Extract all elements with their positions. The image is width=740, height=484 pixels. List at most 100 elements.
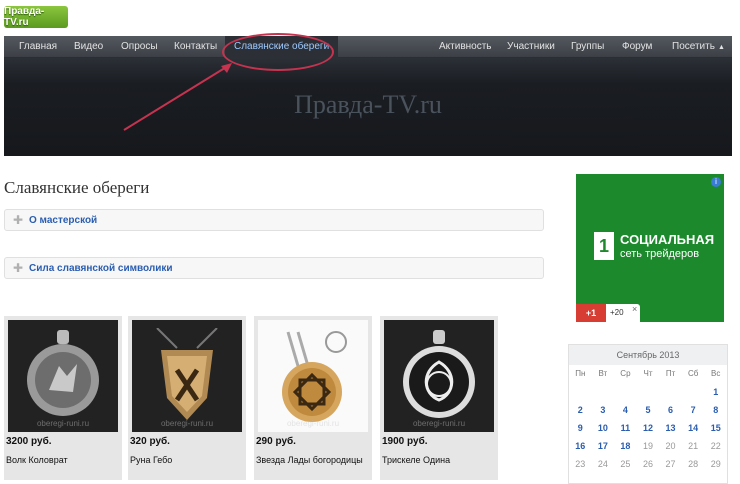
calendar-weekday: Вс <box>711 369 721 378</box>
product-name[interactable]: Трискеле Одина <box>382 455 494 466</box>
wolf-amulet-icon <box>27 330 99 416</box>
header-title: Правда-TV.ru <box>294 90 442 119</box>
watermark: oberegi-runi.ru <box>286 419 340 428</box>
calendar-day-link[interactable]: 9 <box>569 419 592 437</box>
watermark: oberegi-runi.ru <box>160 419 214 428</box>
calendar-day-link[interactable]: 11 <box>614 419 637 437</box>
plus-icon: ✚ <box>13 213 24 227</box>
nav-item-forum[interactable]: Форум <box>622 36 652 58</box>
product-image-wolf[interactable]: oberegi-runi.ru <box>8 320 118 432</box>
nav-item-home[interactable]: Главная <box>19 36 57 58</box>
calendar-day: 19 <box>642 441 653 451</box>
nav-item-groups[interactable]: Группы <box>571 36 604 58</box>
accordion-about-label: О мастерской <box>29 215 98 226</box>
chevron-down-icon: ▲ <box>717 44 725 51</box>
calendar-day-link[interactable]: 7 <box>682 401 705 419</box>
ad-banner[interactable]: i 1 СОЦИАЛЬНАЯ сеть трейдеров +1 +20 × <box>576 174 724 322</box>
product-card[interactable]: oberegi-runi.ru 3200 руб. Волк Коловрат <box>4 316 122 480</box>
accordion-about[interactable]: ✚ О мастерской <box>4 209 544 231</box>
calendar-grid: Пн Вт Ср Чт Пт Сб Вс 1 2 3 4 5 6 7 8 9 10 11 12 13 14 15 16 17 1… <box>569 365 727 473</box>
calendar-day: 27 <box>665 459 676 469</box>
calendar-day: 21 <box>688 441 699 451</box>
calendar-day-link[interactable]: 2 <box>569 401 592 419</box>
accordion-symbolism-label: Сила славянской символики <box>29 263 173 274</box>
calendar-day: 24 <box>597 459 608 469</box>
product-name[interactable]: Звезда Лады богородицы <box>256 455 368 466</box>
calendar-day: 22 <box>710 441 721 451</box>
calendar-day-link[interactable]: 1 <box>704 383 727 401</box>
ad-subline: сеть трейдеров <box>620 248 700 260</box>
nav-item-activity[interactable]: Активность <box>439 36 492 58</box>
calendar-weekday: Пн <box>575 369 586 378</box>
calendar-day: 23 <box>575 459 586 469</box>
product-name[interactable]: Руна Гебо <box>130 455 242 466</box>
info-icon[interactable]: i <box>711 177 721 187</box>
site-logo[interactable]: Правда-TV.ru <box>4 6 68 28</box>
product-image-star[interactable]: oberegi-runi.ru <box>258 320 368 432</box>
product-price: 320 руб. <box>130 436 170 447</box>
star-amulet-icon <box>282 331 347 422</box>
site-logo-text: Правда-TV.ru <box>4 6 45 28</box>
calendar-day-link[interactable]: 3 <box>592 401 615 419</box>
calendar-day-link[interactable]: 13 <box>659 419 682 437</box>
calendar-empty-cell <box>614 383 637 401</box>
close-icon[interactable]: × <box>632 304 637 314</box>
product-name[interactable]: Волк Коловрат <box>6 455 118 466</box>
calendar-day: 28 <box>688 459 699 469</box>
page-title: Славянские обереги <box>4 178 150 197</box>
accordion-symbolism[interactable]: ✚ Сила славянской символики <box>4 257 544 279</box>
product-image-triskele[interactable]: oberegi-runi.ru <box>384 320 494 432</box>
plus-icon: ✚ <box>13 261 24 275</box>
highlight-circle <box>222 33 334 71</box>
annotation-arrow-icon <box>123 63 232 131</box>
calendar-title: Сентябрь 2013 <box>569 345 727 365</box>
calendar-weekday: Ср <box>620 369 631 378</box>
nav-item-visit[interactable]: Посетить ▲ <box>672 36 725 58</box>
nav-item-members[interactable]: Участники <box>507 36 555 58</box>
product-image-rune[interactable]: oberegi-runi.ru <box>132 320 242 432</box>
share-count: +20 <box>610 308 624 317</box>
watermark: oberegi-runi.ru <box>36 419 90 428</box>
watermark: oberegi-runi.ru <box>412 419 466 428</box>
calendar-empty-cell <box>569 383 592 401</box>
triskele-amulet-icon <box>403 330 475 418</box>
ad-headline: СОЦИАЛЬНАЯ <box>620 232 715 247</box>
channel-one-logo: 1 <box>594 232 614 260</box>
calendar-day: 20 <box>665 441 676 451</box>
site-header: Главная Видео Опросы Контакты Славянские… <box>4 36 732 156</box>
calendar-empty-cell <box>637 383 660 401</box>
calendar-day-link[interactable]: 17 <box>592 437 615 455</box>
rune-amulet-icon <box>156 328 218 420</box>
nav-item-visit-label: Посетить <box>672 41 715 52</box>
calendar-day-link[interactable]: 12 <box>637 419 660 437</box>
product-price: 1900 руб. <box>382 436 428 447</box>
calendar-weekday: Вт <box>598 369 608 378</box>
main-nav: Главная Видео Опросы Контакты Славянские… <box>4 36 732 58</box>
calendar-weekday: Чт <box>643 369 653 378</box>
calendar-day-link[interactable]: 5 <box>637 401 660 419</box>
calendar-empty-cell <box>682 383 705 401</box>
calendar-day: 25 <box>620 459 631 469</box>
product-price: 290 руб. <box>256 436 296 447</box>
product-card[interactable]: oberegi-runi.ru 320 руб. Руна Гебо <box>128 316 246 480</box>
calendar-day-link[interactable]: 8 <box>704 401 727 419</box>
calendar-day-link[interactable]: 15 <box>704 419 727 437</box>
calendar-day-link[interactable]: 6 <box>659 401 682 419</box>
calendar-weekday: Сб <box>687 369 699 378</box>
product-card[interactable]: oberegi-runi.ru 1900 руб. Трискеле Одина <box>380 316 498 480</box>
nav-item-polls[interactable]: Опросы <box>121 36 158 58</box>
calendar-day-link[interactable]: 4 <box>614 401 637 419</box>
calendar-day-link[interactable]: 14 <box>682 419 705 437</box>
calendar-day-link[interactable]: 18 <box>614 437 637 455</box>
calendar-empty-cell <box>659 383 682 401</box>
calendar-day-link[interactable]: 16 <box>569 437 592 455</box>
nav-item-video[interactable]: Видео <box>74 36 103 58</box>
product-price: 3200 руб. <box>6 436 52 447</box>
google-plus-button[interactable]: +1 <box>576 304 606 322</box>
calendar-empty-cell <box>592 383 615 401</box>
calendar-day-link[interactable]: 10 <box>592 419 615 437</box>
calendar-day: 29 <box>710 459 721 469</box>
nav-item-contacts[interactable]: Контакты <box>174 36 217 58</box>
social-share-bar: +1 +20 × <box>576 304 640 322</box>
product-card[interactable]: oberegi-runi.ru 290 руб. Звезда Лады бог… <box>254 316 372 480</box>
